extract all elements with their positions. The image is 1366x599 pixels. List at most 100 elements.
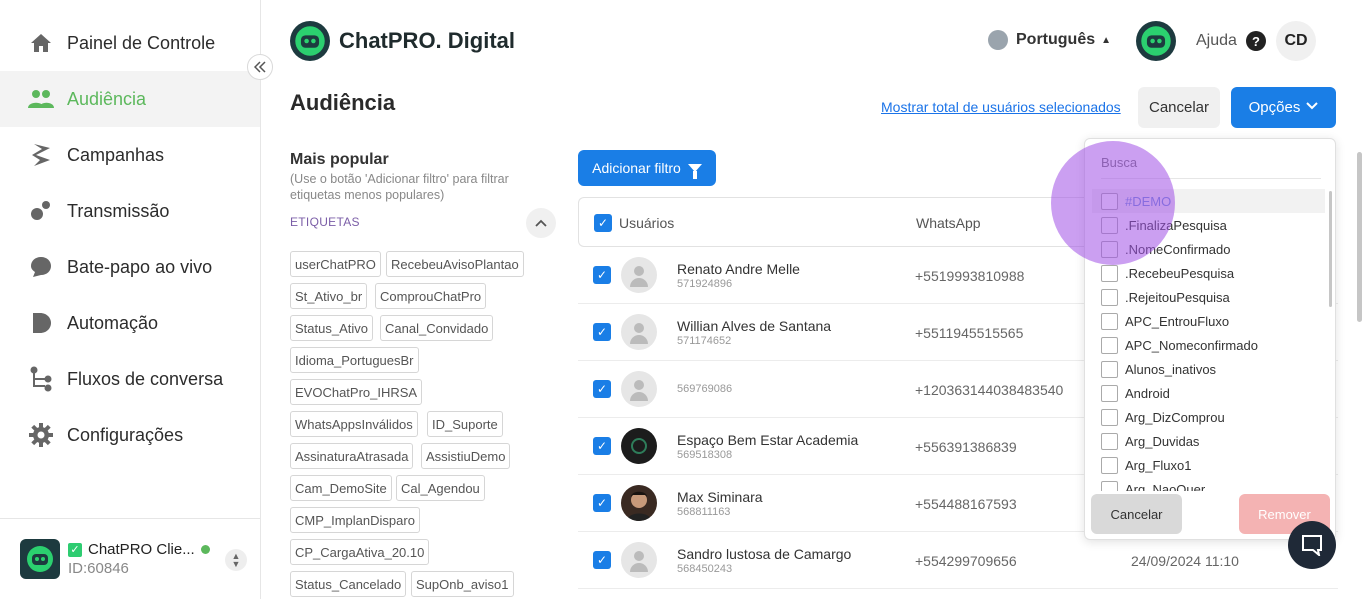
tag-chip[interactable]: userChatPRO — [290, 251, 381, 277]
row-checkbox[interactable]: ✓ — [593, 494, 611, 512]
user-name: Espaço Bem Estar Academia — [677, 432, 859, 448]
sidebar-item-label: Configurações — [67, 424, 184, 445]
tag-chip[interactable]: Canal_Convidado — [380, 315, 494, 341]
dropdown-option[interactable]: .RejeitouPesquisa — [1092, 285, 1325, 309]
caret-up-icon: ▲ — [1101, 34, 1112, 46]
tag-chip[interactable]: WhatsAppsInválidos — [290, 411, 418, 437]
option-checkbox[interactable] — [1101, 336, 1118, 354]
user-whatsapp: +556391386839 — [915, 439, 1017, 455]
option-checkbox[interactable] — [1101, 264, 1118, 282]
brand: ChatPRO. Digital — [290, 21, 515, 61]
tag-chip[interactable]: ComprouChatPro — [375, 283, 487, 309]
page-scrollbar[interactable] — [1357, 152, 1362, 322]
tag-chip[interactable]: Status_Ativo — [290, 315, 373, 341]
row-checkbox[interactable]: ✓ — [593, 266, 611, 284]
option-checkbox[interactable] — [1101, 456, 1118, 474]
tag-chip[interactable]: EVOChatPro_IHRSA — [290, 379, 423, 405]
option-checkbox[interactable] — [1101, 432, 1118, 450]
dropdown-option[interactable]: .RecebeuPesquisa — [1092, 261, 1325, 285]
sidebar-item-automacao[interactable]: Automação — [0, 295, 260, 351]
tag-chip[interactable]: Cal_Agendou — [396, 475, 485, 501]
dropdown-option[interactable]: #DEMO — [1092, 189, 1325, 213]
cancel-button[interactable]: Cancelar — [1138, 87, 1220, 128]
tag-chip[interactable]: SupOnb_aviso1 — [411, 571, 514, 597]
tag-chip[interactable]: AssinaturaAtrasada — [290, 443, 414, 469]
tag-chip[interactable]: ID_Suporte — [427, 411, 503, 437]
brand-name: ChatPRO. Digital — [339, 28, 516, 53]
add-filter-button[interactable]: Adicionar filtro — [578, 150, 716, 186]
option-checkbox[interactable] — [1101, 192, 1118, 210]
table-row[interactable]: ✓ Sandro lustosa de Camargo 568450243 +5… — [578, 532, 1338, 589]
tag-chip[interactable]: Idioma_PortuguesBr — [290, 347, 419, 373]
avatar[interactable] — [1136, 21, 1176, 61]
show-total-link[interactable]: Mostrar total de usuários selecionados — [881, 99, 1121, 115]
sidebar-item-transmissao[interactable]: Transmissão — [0, 183, 260, 239]
account-logo — [20, 539, 60, 579]
dropdown-option[interactable]: Arg_DizComprou — [1092, 405, 1325, 429]
dropdown-option[interactable]: Arg_Duvidas — [1092, 429, 1325, 453]
tag-chip[interactable]: RecebeuAvisoPlantao — [386, 251, 524, 277]
dropdown-option[interactable]: APC_EntrouFluxo — [1092, 309, 1325, 333]
row-checkbox[interactable]: ✓ — [593, 551, 611, 569]
dropdown-option[interactable]: Alunos_inativos — [1092, 357, 1325, 381]
sidebar-collapse-button[interactable] — [247, 54, 273, 80]
option-checkbox[interactable] — [1101, 312, 1118, 330]
language-label: Português — [1016, 31, 1096, 48]
tag-chip[interactable]: Status_Cancelado — [290, 571, 407, 597]
flow-icon — [28, 366, 54, 392]
dropdown-list: #DEMO .FinalizaPesquisa .NomeConfirmado … — [1085, 189, 1329, 491]
help-link[interactable]: Ajuda ? — [1196, 31, 1266, 51]
avatar — [621, 257, 657, 293]
user-id: 569518308 — [677, 449, 733, 461]
option-checkbox[interactable] — [1101, 360, 1118, 378]
user-name: Max Siminara — [677, 489, 763, 505]
tags-collapse-button[interactable] — [526, 208, 556, 238]
chevron-up-down-icon[interactable]: ▲ ▼ — [225, 549, 247, 571]
popular-hint: (Use o botão 'Adicionar filtro' para fil… — [290, 172, 509, 202]
sidebar-item-fluxos[interactable]: Fluxos de conversa — [0, 351, 260, 407]
account-switcher[interactable]: ✓ ChatPRO Clie... ID:60846 ▲ ▼ — [0, 518, 260, 599]
dropdown-cancel-button[interactable]: Cancelar — [1091, 494, 1182, 534]
dropdown-option[interactable]: .FinalizaPesquisa — [1092, 213, 1325, 237]
dropdown-option[interactable]: .NomeConfirmado — [1092, 237, 1325, 261]
option-checkbox[interactable] — [1101, 384, 1118, 402]
sidebar-item-campanhas[interactable]: Campanhas — [0, 127, 260, 183]
dropdown-option[interactable]: Android — [1092, 381, 1325, 405]
dropdown-option[interactable]: Arg_NaoQuer — [1092, 477, 1325, 491]
option-checkbox[interactable] — [1101, 240, 1118, 258]
language-selector[interactable]: Português ▲ — [988, 30, 1111, 50]
option-checkbox[interactable] — [1101, 216, 1118, 234]
sidebar-item-painel[interactable]: Painel de Controle — [0, 15, 260, 71]
sidebar-item-label: Transmissão — [67, 200, 170, 221]
support-chat-button[interactable] — [1288, 521, 1336, 569]
select-all-checkbox[interactable]: ✓ — [594, 214, 612, 232]
tag-chip[interactable]: St_Ativo_br — [290, 283, 368, 309]
user-initials-avatar[interactable]: CD — [1276, 21, 1316, 61]
add-filter-label: Adicionar filtro — [592, 160, 681, 176]
user-date: 24/09/2024 11:10 — [1131, 553, 1239, 569]
option-checkbox[interactable] — [1101, 480, 1118, 491]
dropdown-option[interactable]: Arg_Fluxo1 — [1092, 453, 1325, 477]
row-checkbox[interactable]: ✓ — [593, 437, 611, 455]
sidebar-item-configuracoes[interactable]: Configurações — [0, 407, 260, 463]
options-button[interactable]: Opções — [1231, 87, 1336, 128]
option-checkbox[interactable] — [1101, 408, 1118, 426]
tag-chip[interactable]: CMP_ImplanDisparo — [290, 507, 420, 533]
dropdown-option[interactable]: APC_Nomeconfirmado — [1092, 333, 1325, 357]
dropdown-scrollbar[interactable] — [1329, 191, 1332, 307]
tag-chip[interactable]: Cam_DemoSite — [290, 475, 392, 501]
sidebar-item-audiencia[interactable]: Audiência — [0, 71, 260, 127]
tag-chip[interactable]: CP_CargaAtiva_20.10 — [290, 539, 430, 565]
row-checkbox[interactable]: ✓ — [593, 323, 611, 341]
sidebar-item-label: Audiência — [67, 88, 147, 109]
popular-heading: Mais popular — [290, 151, 389, 168]
sidebar: Painel de Controle Audiência Campanhas T… — [0, 0, 261, 599]
tag-chip[interactable]: AssistiuDemo — [421, 443, 511, 469]
page-title: Audiência — [290, 90, 396, 115]
search-input[interactable] — [1101, 147, 1321, 179]
user-whatsapp: +554299709656 — [915, 553, 1017, 569]
funnel-icon — [687, 164, 702, 179]
option-checkbox[interactable] — [1101, 288, 1118, 306]
sidebar-item-bate-papo[interactable]: Bate-papo ao vivo — [0, 239, 260, 295]
row-checkbox[interactable]: ✓ — [593, 380, 611, 398]
